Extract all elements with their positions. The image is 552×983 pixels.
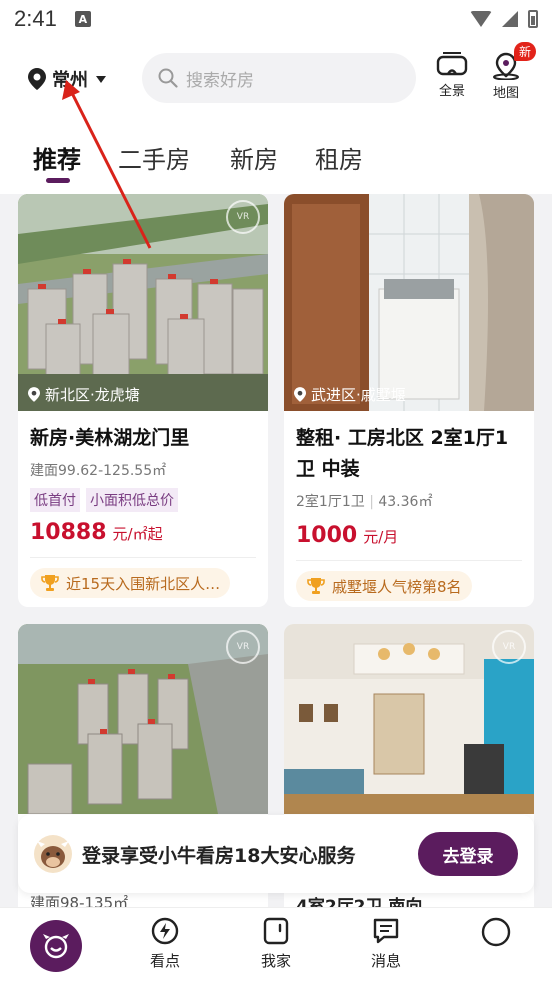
tab-new-house[interactable]: 新房 bbox=[230, 140, 278, 175]
notification-icon: A bbox=[74, 11, 91, 27]
location-pin-icon bbox=[28, 68, 46, 90]
header: 常州 搜索好房 全景 地图 新 bbox=[0, 38, 552, 118]
listing-area: 建面99.62-125.55㎡ bbox=[30, 463, 167, 479]
lightning-icon bbox=[151, 917, 179, 945]
interior-photo-image bbox=[284, 194, 534, 411]
tab-rent[interactable]: 租房 bbox=[315, 140, 363, 175]
panorama-label: 全景 bbox=[438, 84, 465, 99]
city-name: 常州 bbox=[52, 70, 88, 91]
listing-title: 新房·美林湖龙门里 bbox=[30, 427, 190, 449]
rank-badge: 戚墅堰人气榜第8名 bbox=[296, 571, 472, 601]
price-unit: 元/㎡起 bbox=[112, 525, 163, 543]
vr-headset-icon bbox=[436, 52, 468, 76]
phone-icon bbox=[263, 917, 289, 945]
listing-photo: VR bbox=[18, 624, 268, 814]
rank-text: 戚墅堰人气榜第8名 bbox=[332, 577, 462, 596]
divider bbox=[296, 560, 522, 561]
rank-badge: 近15天入围新北区人… bbox=[30, 568, 231, 598]
location-text: 新北区·龙虎塘 bbox=[45, 386, 140, 404]
price-value: 10888 bbox=[30, 520, 107, 545]
location-text: 武进区·戚墅堰 bbox=[311, 386, 406, 404]
map-label: 地图 bbox=[492, 86, 519, 101]
nav-profile[interactable] bbox=[456, 916, 536, 948]
status-time: 2:41 bbox=[14, 6, 57, 31]
battery-icon bbox=[528, 10, 538, 28]
nav-label: 看点 bbox=[149, 952, 180, 970]
signal-icon bbox=[502, 11, 518, 27]
location-pin-icon bbox=[294, 387, 306, 402]
login-button[interactable]: 去登录 bbox=[418, 832, 518, 876]
wifi-icon bbox=[470, 11, 492, 27]
vr-badge-icon: VR bbox=[492, 630, 526, 664]
city-selector[interactable]: 常州 bbox=[28, 66, 106, 92]
feature-tag: 低首付 bbox=[30, 488, 80, 512]
rank-text: 近15天入围新北区人… bbox=[66, 574, 221, 593]
listing-card[interactable]: 武进区·戚墅堰 整租· 工房北区 2室1厅1卫 中装 2室1厅1卫 | 43.3… bbox=[284, 194, 534, 607]
listing-photo: VR bbox=[284, 624, 534, 814]
bottom-navigation: 看点 我家 消息 bbox=[0, 907, 552, 983]
message-icon bbox=[373, 918, 399, 944]
search-input[interactable]: 搜索好房 bbox=[142, 53, 416, 103]
listing-card[interactable]: VR 新北区·龙虎塘 新房·美林湖龙门里 建面99.62-125.55㎡ 低首付… bbox=[18, 194, 268, 607]
listing-photo: 武进区·戚墅堰 bbox=[284, 194, 534, 411]
price-value: 1000 bbox=[296, 523, 358, 548]
chevron-down-icon bbox=[96, 75, 106, 83]
divider bbox=[30, 557, 256, 558]
listing-area: 43.36㎡ bbox=[378, 494, 433, 510]
search-placeholder: 搜索好房 bbox=[186, 70, 254, 91]
trophy-icon bbox=[307, 578, 325, 594]
nav-messages[interactable]: 消息 bbox=[346, 916, 426, 971]
nav-label: 消息 bbox=[370, 952, 401, 970]
listing-title: 整租· 工房北区 2室1厅1卫 中装 bbox=[296, 427, 509, 480]
category-tabs: 推荐 二手房 新房 租房 bbox=[0, 118, 552, 194]
feature-tag: 小面积低总价 bbox=[86, 488, 178, 512]
vr-badge-icon: VR bbox=[226, 200, 260, 234]
nav-home[interactable] bbox=[30, 920, 82, 972]
vr-badge-icon: VR bbox=[226, 630, 260, 664]
listing-location: 武进区·戚墅堰 bbox=[294, 384, 406, 405]
tab-recommend[interactable]: 推荐 bbox=[33, 140, 81, 175]
active-tab-indicator bbox=[46, 178, 70, 183]
map-button[interactable]: 地图 新 bbox=[490, 42, 536, 101]
status-bar: 2:41 A bbox=[0, 0, 552, 38]
listing-location: 新北区·龙虎塘 bbox=[28, 384, 140, 405]
login-promo-text: 登录享受小牛看房18大安心服务 bbox=[82, 844, 356, 867]
listing-specs: 2室1厅1卫 | 43.36㎡ bbox=[296, 494, 433, 510]
trophy-icon bbox=[41, 575, 59, 591]
nav-my-home[interactable]: 我家 bbox=[236, 916, 316, 971]
nav-label: 我家 bbox=[260, 952, 291, 970]
tab-second-hand[interactable]: 二手房 bbox=[118, 140, 190, 175]
nav-highlights[interactable]: 看点 bbox=[125, 916, 205, 971]
panorama-button[interactable]: 全景 bbox=[435, 52, 469, 99]
home-icon bbox=[43, 934, 69, 959]
listing-photo: VR 新北区·龙虎塘 bbox=[18, 194, 268, 411]
new-badge: 新 bbox=[513, 42, 536, 61]
price-unit: 元/月 bbox=[363, 528, 399, 546]
search-icon bbox=[158, 68, 178, 88]
location-pin-icon bbox=[28, 387, 40, 402]
listing-rooms: 2室1厅1卫 bbox=[296, 494, 365, 510]
profile-icon bbox=[481, 917, 511, 947]
mascot-avatar-icon bbox=[34, 835, 72, 873]
login-banner: 登录享受小牛看房18大安心服务 去登录 bbox=[18, 815, 534, 893]
